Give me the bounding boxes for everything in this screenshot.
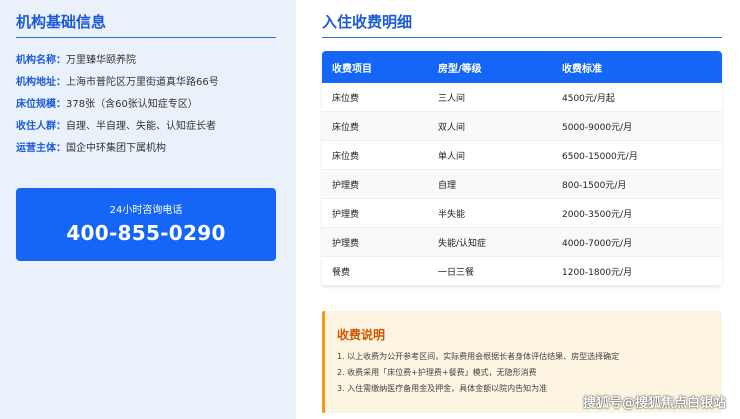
info-value: 上海市普陀区万里街道真华路66号 <box>66 77 219 88</box>
watermark: 搜狐号@搜狐焦点白银站 <box>582 396 726 411</box>
info-label: 机构名称： <box>16 55 66 66</box>
cell-room-level: 单人间 <box>438 151 466 162</box>
table-row: 床位费 三人间 4500元/月起 <box>322 83 722 112</box>
hotline-box[interactable]: 24小时咨询电话 400-855-0290 <box>16 188 276 261</box>
cell-fee-item: 护理费 <box>332 180 360 191</box>
info-value: 万里臻华颐养院 <box>66 55 136 66</box>
cell-fee-item: 床位费 <box>332 151 360 162</box>
cell-fee-standard: 2000-3500元/月 <box>562 209 633 220</box>
cell-fee-standard: 4500元/月起 <box>562 93 615 104</box>
cell-room-level: 自理 <box>438 180 457 191</box>
info-row-residents: 收住人群：自理、半自理、失能、认知症长者 <box>16 121 286 133</box>
cell-fee-item: 护理费 <box>332 209 360 220</box>
cell-fee-standard: 4000-7000元/月 <box>562 238 633 249</box>
info-label: 机构地址： <box>16 77 66 88</box>
info-value: 378张（含60张认知症专区） <box>66 99 198 110</box>
fee-note-title: 收费说明 <box>337 328 386 342</box>
cell-room-level: 失能/认知症 <box>438 238 487 249</box>
hotline-number[interactable]: 400-855-0290 <box>16 221 276 245</box>
header-fee-item: 收费项目 <box>332 63 372 75</box>
header-room-level: 房型/等级 <box>438 63 482 75</box>
cell-fee-item: 床位费 <box>332 122 360 133</box>
info-row-name: 机构名称：万里臻华颐养院 <box>16 55 286 67</box>
info-value: 自理、半自理、失能、认知症长者 <box>66 121 216 132</box>
hotline-label: 24小时咨询电话 <box>109 205 183 216</box>
cell-fee-standard: 6500-15000元/月 <box>562 151 638 162</box>
info-label: 收住人群： <box>16 121 66 132</box>
fee-details-panel: 入住收费明细 收费项目 房型/等级 收费标准 床位费 三人间 4500元/月起 … <box>296 0 740 419</box>
fee-table: 收费项目 房型/等级 收费标准 床位费 三人间 4500元/月起 床位费 双人间… <box>322 51 722 286</box>
cell-fee-item: 护理费 <box>332 238 360 249</box>
info-row-beds: 床位规模：378张（含60张认知症专区） <box>16 99 286 111</box>
table-row: 护理费 失能/认知症 4000-7000元/月 <box>322 228 722 257</box>
table-row: 护理费 半失能 2000-3500元/月 <box>322 199 722 228</box>
institution-info-title: 机构基础信息 <box>16 13 107 31</box>
info-row-operator: 运营主体：国企中环集团下属机构 <box>16 143 286 155</box>
cell-room-level: 三人间 <box>438 93 466 104</box>
table-row: 护理费 自理 800-1500元/月 <box>322 170 722 199</box>
fee-details-title: 入住收费明细 <box>322 13 413 31</box>
note-item: 1. 以上收费为公开参考区间，实际费用会根据长者身体评估结果、房型选择确定 <box>337 352 620 361</box>
fee-table-body: 床位费 三人间 4500元/月起 床位费 双人间 5000-9000元/月 床位… <box>322 83 722 286</box>
fee-table-header: 收费项目 房型/等级 收费标准 <box>322 51 722 83</box>
table-row: 床位费 双人间 5000-9000元/月 <box>322 112 722 141</box>
table-row: 床位费 单人间 6500-15000元/月 <box>322 141 722 170</box>
note-item: 2. 收费采用「床位费+护理费+餐费」模式，无隐形消费 <box>337 368 537 377</box>
fee-details-divider <box>322 37 722 38</box>
cell-room-level: 双人间 <box>438 122 466 133</box>
institution-info-divider <box>16 37 276 38</box>
cell-fee-standard: 800-1500元/月 <box>562 180 627 191</box>
cell-fee-standard: 5000-9000元/月 <box>562 122 633 133</box>
info-value: 国企中环集团下属机构 <box>66 143 166 154</box>
header-fee-standard: 收费标准 <box>562 63 602 75</box>
cell-room-level: 半失能 <box>438 209 466 220</box>
info-label: 运营主体： <box>16 143 66 154</box>
institution-info-list: 机构名称：万里臻华颐养院 机构地址：上海市普陀区万里街道真华路66号 床位规模：… <box>16 55 286 165</box>
info-row-address: 机构地址：上海市普陀区万里街道真华路66号 <box>16 77 286 89</box>
cell-fee-item: 床位费 <box>332 93 360 104</box>
cell-room-level: 一日三餐 <box>438 267 475 278</box>
institution-info-panel: 机构基础信息 机构名称：万里臻华颐养院 机构地址：上海市普陀区万里街道真华路66… <box>0 0 296 419</box>
table-row: 餐费 一日三餐 1200-1800元/月 <box>322 257 722 286</box>
info-label: 床位规模： <box>16 99 66 110</box>
cell-fee-item: 餐费 <box>332 267 351 278</box>
cell-fee-standard: 1200-1800元/月 <box>562 267 633 278</box>
